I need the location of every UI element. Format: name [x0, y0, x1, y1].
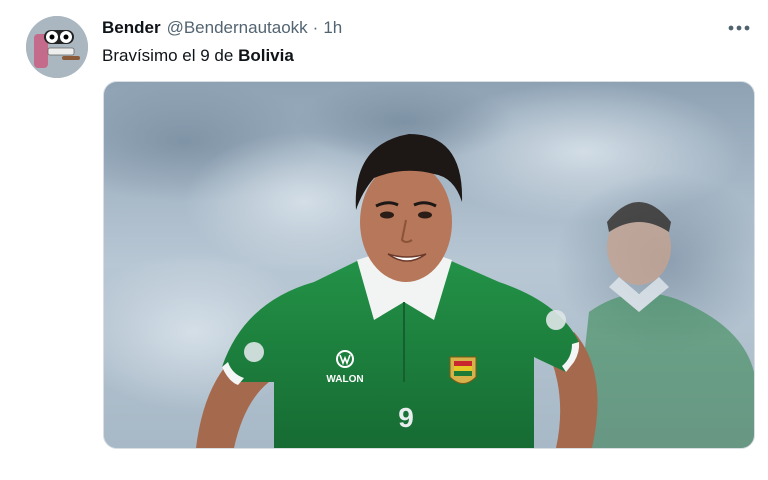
football-player-photo: WALON 9 — [104, 82, 754, 448]
bender-avatar-icon — [26, 16, 88, 78]
jersey-brand-text: WALON — [326, 374, 363, 385]
jersey-number-text: 9 — [398, 402, 414, 433]
tweet-header: Bender @Bendernautaokk · 1h — [102, 18, 342, 42]
display-name[interactable]: Bender — [102, 18, 161, 38]
tweet-text: Bravísimo el 9 de Bolivia — [102, 46, 294, 66]
tweet-text-bold: Bolivia — [238, 46, 294, 65]
avatar[interactable] — [26, 16, 88, 78]
user-handle[interactable]: @Bendernautaokk — [167, 18, 308, 38]
tweet-text-prefix: Bravísimo el 9 de — [102, 46, 239, 65]
more-options-button[interactable] — [722, 18, 756, 38]
separator-dot: · — [312, 18, 319, 37]
more-horizontal-icon — [728, 25, 750, 31]
tweet-media-image[interactable]: WALON 9 — [103, 81, 755, 449]
tweet: Bender @Bendernautaokk · 1h Bravísimo el… — [0, 0, 768, 480]
timestamp[interactable]: 1h — [323, 18, 342, 38]
